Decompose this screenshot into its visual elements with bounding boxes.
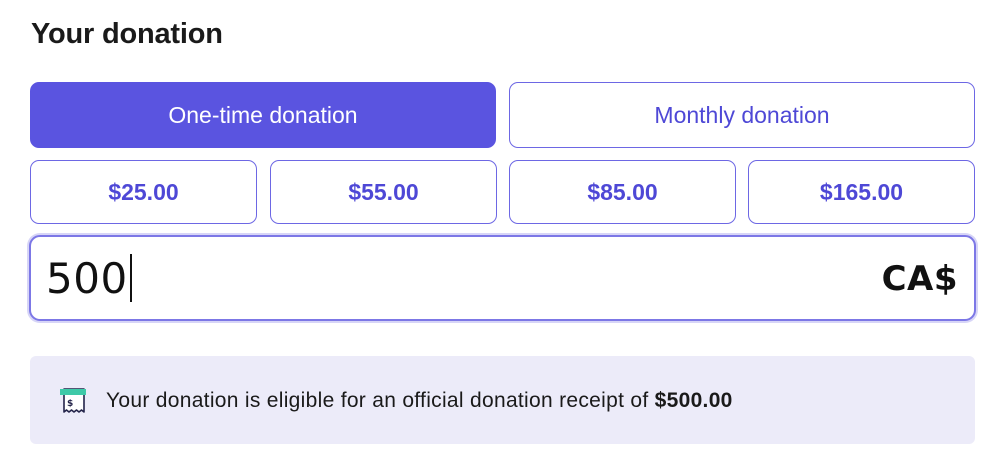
receipt-icon: $ <box>60 388 86 413</box>
amount-button-55[interactable]: $55.00 <box>270 160 497 224</box>
notice-text: Your donation is eligible for an officia… <box>106 389 733 413</box>
custom-amount-value: 500 <box>46 253 132 303</box>
text-caret <box>129 254 132 302</box>
one-time-donation-button[interactable]: One-time donation <box>30 82 496 148</box>
svg-text:$: $ <box>67 399 73 409</box>
amount-button-165[interactable]: $165.00 <box>748 160 975 224</box>
monthly-donation-button[interactable]: Monthly donation <box>509 82 975 148</box>
frequency-toggle: One-time donation Monthly donation <box>30 82 975 148</box>
tax-receipt-notice: $ Your donation is eligible for an offic… <box>30 356 975 444</box>
amount-button-85[interactable]: $85.00 <box>509 160 736 224</box>
custom-amount-text: 500 <box>46 253 128 303</box>
custom-amount-input[interactable]: 500 CA$ <box>29 235 976 321</box>
preset-amounts: $25.00 $55.00 $85.00 $165.00 <box>30 160 975 224</box>
amount-button-25[interactable]: $25.00 <box>30 160 257 224</box>
receipt-amount: $500.00 <box>654 389 733 412</box>
section-title: Your donation <box>31 18 223 50</box>
donation-form: Your donation One-time donation Monthly … <box>0 0 1000 462</box>
notice-prefix: Your donation is eligible for an officia… <box>106 389 649 412</box>
currency-label: CA$ <box>881 259 958 299</box>
